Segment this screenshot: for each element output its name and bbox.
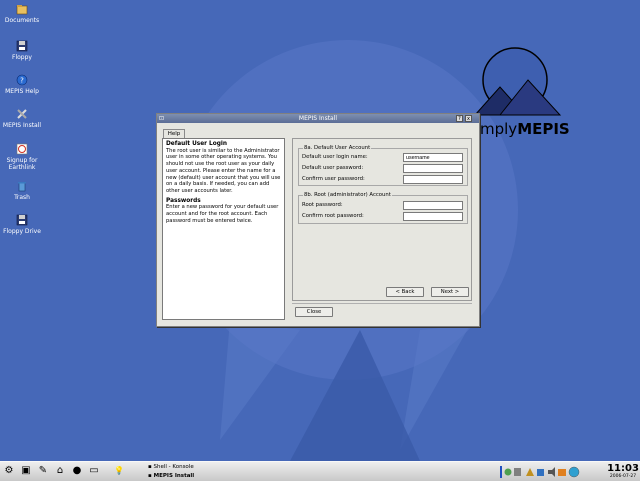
default-user-legend: 8a. Default User Account [303, 144, 372, 152]
desktop-icon-label: Trash [14, 194, 30, 201]
root-account-legend: 8b. Root (administrator) Account [303, 191, 392, 199]
confirm-user-password-field[interactable] [403, 175, 463, 184]
desktop-icon-trash[interactable]: Trash [0, 180, 44, 201]
confirm-root-password-field[interactable] [403, 212, 463, 221]
root-account-group: 8b. Root (administrator) Account Root pa… [298, 191, 468, 224]
browser-icon[interactable]: ● [71, 465, 83, 477]
dialog-titlebar[interactable]: ⊡ MEPIS Install ? x [157, 114, 479, 123]
help-icon: ? [16, 74, 28, 86]
mepis-logo-text: mplyMEPIS [480, 120, 570, 138]
next-button[interactable]: Next > [431, 287, 469, 297]
help-heading-login: Default User Login [166, 141, 227, 147]
taskbar: ⚙ ▣ ✎ ⌂ ● ▭ 💡 ▪ Shell - Konsole ▪ MEPIS … [0, 461, 640, 481]
desktop-icon-label: Documents [4, 17, 40, 24]
clock-time: 11:03 [607, 463, 639, 474]
help-title-button[interactable]: ? [456, 115, 463, 122]
desktop-icon-label: MEPIS Help [5, 88, 39, 95]
clipboard-icon [537, 469, 544, 476]
user-password-label: Default user password: [302, 165, 364, 171]
task-mepis-install[interactable]: ▪ MEPIS Install [148, 472, 258, 480]
clock[interactable]: 11:03 2006-07-27 [606, 463, 640, 479]
mepis-logo [473, 47, 562, 116]
printer-icon [514, 468, 521, 476]
floppy-icon [16, 40, 28, 52]
battery-icon [558, 469, 566, 476]
desktop-icon[interactable]: ▣ [20, 465, 32, 477]
install-icon [17, 109, 27, 119]
confirm-user-password-label: Confirm user password: [302, 176, 365, 182]
trash-icon [18, 182, 26, 192]
dialog-title: MEPIS Install [298, 115, 338, 122]
help-text-passwords: Enter a new password for your default us… [166, 204, 279, 224]
login-name-label: Default user login name: [302, 154, 368, 160]
desktop-icon-floppy-drive[interactable]: Floppy Drive [0, 214, 44, 235]
task-shell-konsole[interactable]: ▪ Shell - Konsole [148, 463, 258, 471]
desktop-icon-label: MEPIS Install [2, 122, 42, 129]
desktop-icon-label: Floppy [12, 54, 32, 61]
help-bulb-icon[interactable]: 💡 [113, 465, 125, 477]
back-button[interactable]: < Back [386, 287, 424, 297]
svg-text:?: ? [20, 77, 24, 85]
documents-icon [16, 5, 28, 15]
root-password-label: Root password: [302, 202, 343, 208]
form-panel: 8a. Default User Account Default user lo… [292, 138, 472, 301]
update-icon [526, 468, 534, 476]
floppy-drive-icon [16, 214, 28, 226]
system-tray [468, 464, 600, 482]
help-heading-passwords: Passwords [166, 197, 201, 204]
desktop: mplyMEPIS Documents Floppy ? MEPIS Help … [0, 0, 640, 461]
desktop-icon-earthlink[interactable]: Signup for Earthlink [0, 143, 44, 171]
clock-date: 2006-07-27 [609, 474, 637, 479]
dialog-separator [292, 303, 472, 304]
tools-icon[interactable]: ✎ [37, 465, 49, 477]
close-title-button[interactable]: x [465, 115, 472, 122]
help-panel: Default User Login The root user is simi… [162, 138, 285, 320]
task-label: Shell - Konsole [153, 464, 194, 470]
confirm-root-password-label: Confirm root password: [302, 213, 364, 219]
home-icon[interactable]: ⌂ [54, 465, 66, 477]
close-button[interactable]: Close [295, 307, 333, 317]
task-label: MEPIS Install [153, 473, 195, 479]
default-user-group: 8a. Default User Account Default user lo… [298, 144, 468, 186]
desktop-icon-mepis-install[interactable]: MEPIS Install [0, 108, 44, 129]
desktop-icon-label: Floppy Drive [3, 228, 41, 235]
help-text-login: The root user is similar to the Administ… [166, 147, 281, 194]
login-name-field[interactable] [403, 153, 463, 162]
desktop-icon-documents[interactable]: Documents [0, 3, 44, 24]
network-icon [504, 468, 512, 476]
desktop-icon-label: Signup for Earthlink [6, 157, 38, 171]
desktop-icon-floppy[interactable]: Floppy [0, 40, 44, 61]
user-password-field[interactable] [403, 164, 463, 173]
mepis-install-dialog: ⊡ MEPIS Install ? x Help Default User Lo… [156, 113, 480, 327]
root-password-field[interactable] [403, 201, 463, 210]
kmenu-icon[interactable]: ⚙ [3, 465, 15, 477]
volume-icon [548, 467, 555, 477]
globe-icon [568, 466, 580, 478]
desktop-icon-mepis-help[interactable]: ? MEPIS Help [0, 74, 44, 95]
tray-icons [468, 464, 580, 480]
terminal-icon[interactable]: ▭ [88, 465, 100, 477]
earthlink-icon [16, 143, 28, 155]
